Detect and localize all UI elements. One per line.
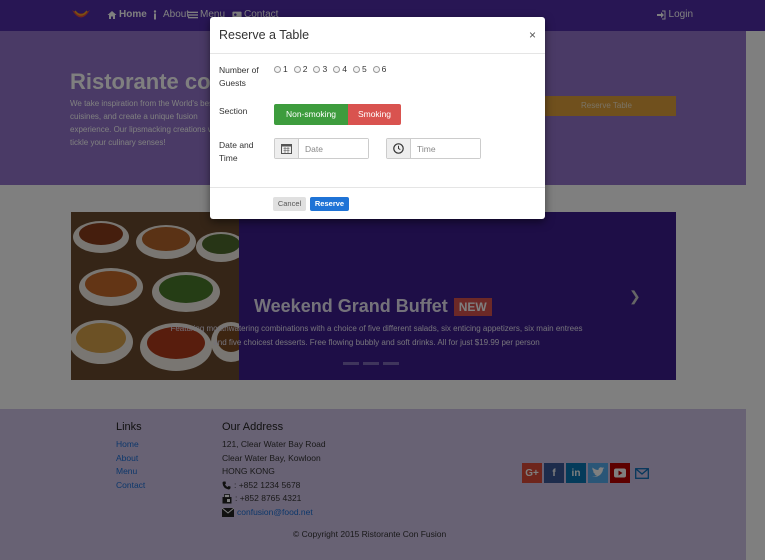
radio-button[interactable] [313,65,321,73]
guest-option-2[interactable]: 2 [293,64,308,74]
radio-button[interactable] [274,65,281,73]
section-button-group: Non-smoking Smoking [274,104,401,125]
radio-button[interactable] [372,65,380,73]
date-input-group [274,138,369,159]
time-input-group [386,138,481,159]
guest-option-5[interactable]: 5 [352,64,367,74]
reserve-table-modal: Reserve a Table × Number of Guests 1 2 3… [210,17,545,219]
close-icon[interactable]: × [529,28,536,42]
cancel-button[interactable]: Cancel [273,197,306,211]
clock-icon [387,139,411,158]
modal-title: Reserve a Table [219,28,310,42]
guest-option-3[interactable]: 3 [313,64,327,74]
modal-footer: Cancel Reserve [210,187,545,219]
guest-option-6[interactable]: 6 [372,64,387,74]
reserve-button[interactable]: Reserve [310,197,349,211]
guest-option-label: 3 [322,64,328,74]
date-input[interactable] [299,139,368,158]
modal-header: Reserve a Table × [210,17,545,54]
radio-button[interactable] [352,65,360,73]
guests-label: Number of Guests [219,65,259,88]
radio-button[interactable] [293,65,301,73]
non-smoking-button[interactable]: Non-smoking [274,104,348,125]
guest-option-label: 1 [283,64,288,74]
guests-radio-group: 1 2 3 4 5 6 [274,64,386,74]
guest-option-label: 4 [342,64,347,74]
guest-option-1[interactable]: 1 [274,64,288,74]
guest-option-label: 6 [381,64,387,74]
calendar-icon [275,139,299,158]
guest-option-4[interactable]: 4 [333,64,347,74]
datetime-label: Date and Time [219,140,254,163]
guest-option-label: 2 [302,64,308,74]
smoking-button[interactable]: Smoking [348,104,401,125]
section-label: Section [219,106,248,116]
guest-option-label: 5 [361,64,367,74]
radio-button[interactable] [333,65,341,73]
time-input[interactable] [411,139,480,158]
